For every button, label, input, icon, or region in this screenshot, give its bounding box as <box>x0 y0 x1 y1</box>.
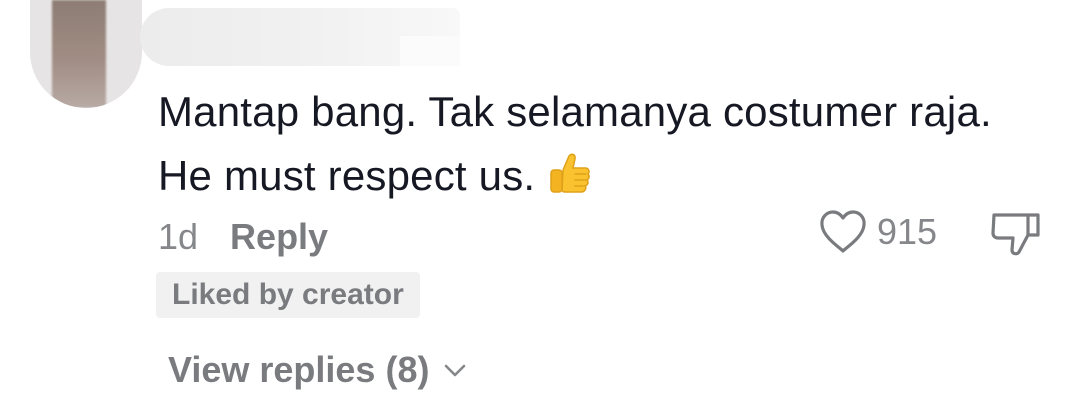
comment-timestamp: 1d <box>158 216 199 257</box>
like-count: 915 <box>877 211 938 252</box>
view-replies-label: View replies (8) <box>168 349 430 390</box>
chevron-down-icon <box>445 364 466 377</box>
avatar-image-blurred <box>52 0 106 108</box>
liked-by-creator-badge: Liked by creator <box>156 272 420 318</box>
heart-icon[interactable] <box>815 204 871 260</box>
comment-line-2-wrap: He must respect us. <box>158 144 1058 208</box>
like-button[interactable]: 915 <box>815 202 937 262</box>
avatar[interactable] <box>30 0 142 108</box>
comment-line-2: He must respect us. <box>158 152 536 199</box>
liked-by-creator-label: Liked by creator <box>172 278 404 311</box>
username-blurred[interactable] <box>140 8 460 66</box>
view-replies-button[interactable]: View replies (8) <box>168 345 469 395</box>
thumbs-up-emoji-icon <box>550 153 591 193</box>
comment-body: Mantap bang. Tak selamanya costumer raja… <box>158 80 1058 208</box>
comment-meta-row: 1d Reply <box>158 212 328 262</box>
thumbs-down-icon[interactable] <box>988 205 1044 261</box>
reply-button[interactable]: Reply <box>230 216 328 258</box>
comment-line-1: Mantap bang. Tak selamanya costumer raja… <box>158 88 992 135</box>
